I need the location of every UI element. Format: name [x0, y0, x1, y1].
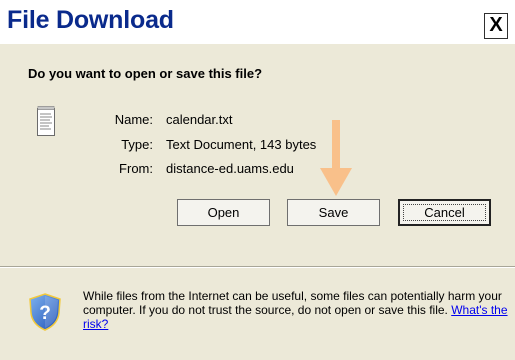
- type-value: Text Document, 143 bytes: [166, 137, 317, 152]
- warning-text: While files from the Internet can be use…: [83, 289, 508, 331]
- cancel-button[interactable]: Cancel: [398, 199, 491, 226]
- file-download-dialog: File Download X Do you want to open or s…: [0, 0, 515, 360]
- from-value: distance-ed.uams.edu: [166, 161, 294, 176]
- text-file-icon: [37, 106, 55, 136]
- from-label: From:: [119, 161, 153, 176]
- svg-text:?: ?: [39, 303, 51, 324]
- name-label: Name:: [114, 112, 153, 127]
- shield-question-icon: ?: [29, 293, 61, 331]
- title-bar: File Download X: [0, 0, 515, 44]
- cancel-button-label: Cancel: [424, 205, 465, 220]
- question-text: Do you want to open or save this file?: [28, 66, 263, 81]
- separator: [0, 266, 515, 268]
- open-button[interactable]: Open: [177, 199, 270, 226]
- warning-message: While files from the Internet can be use…: [83, 289, 502, 317]
- name-value: calendar.txt: [166, 112, 233, 127]
- close-icon: X: [489, 14, 503, 36]
- save-button[interactable]: Save: [287, 199, 380, 226]
- dialog-title: File Download: [7, 6, 174, 34]
- down-arrow-icon: [320, 120, 352, 196]
- close-button[interactable]: X: [484, 13, 508, 39]
- type-label: Type:: [121, 137, 153, 152]
